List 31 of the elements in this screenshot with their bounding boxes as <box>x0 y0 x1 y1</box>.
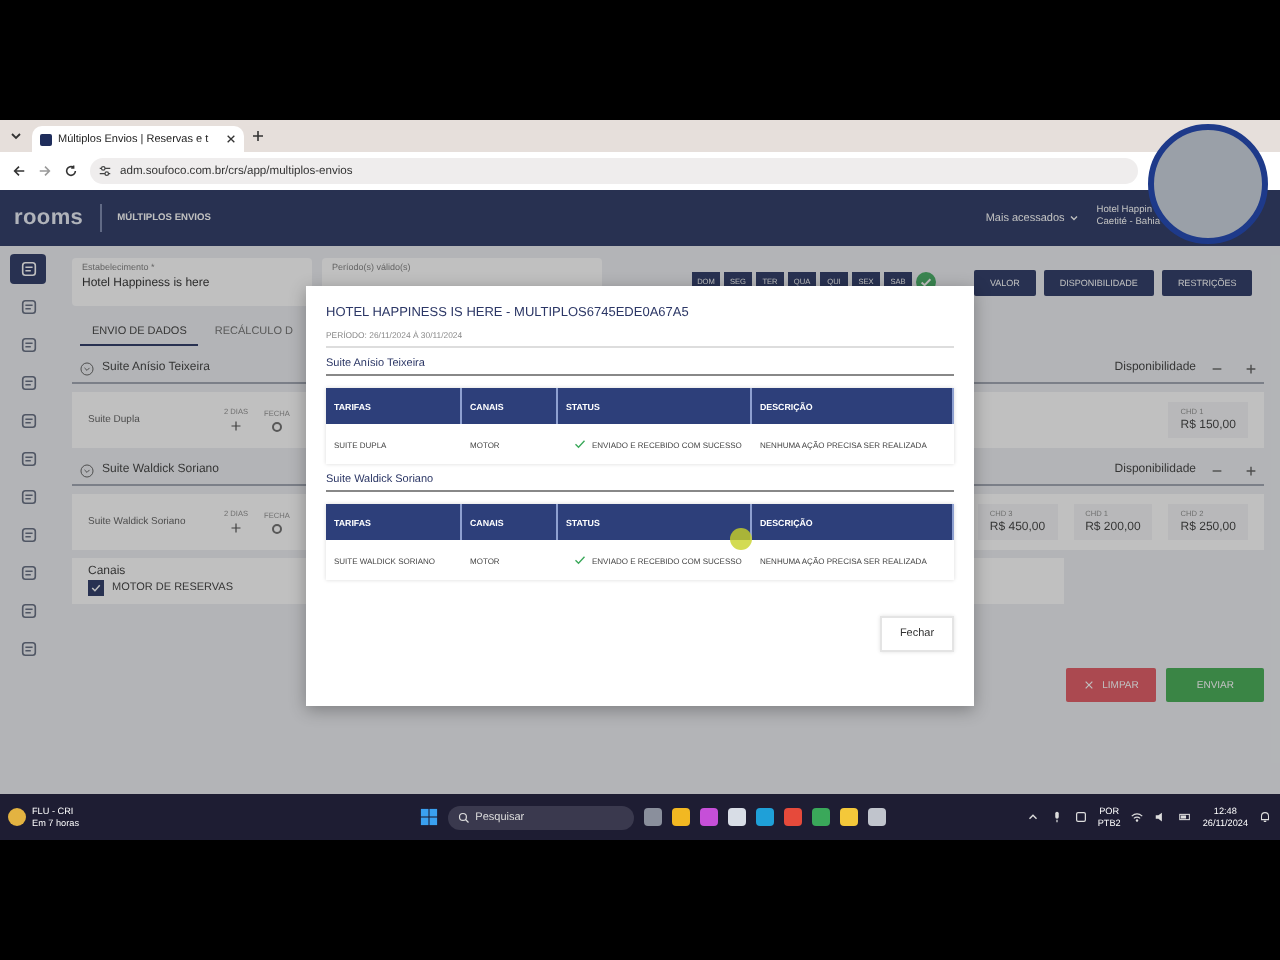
close-icon[interactable] <box>226 134 236 144</box>
plus-icon[interactable] <box>1244 463 1258 477</box>
forward-icon[interactable] <box>38 164 52 178</box>
battery-icon[interactable] <box>1178 810 1193 824</box>
new-tab-icon[interactable] <box>252 130 264 142</box>
plus-icon[interactable] <box>1244 361 1258 375</box>
bell-icon[interactable] <box>1258 810 1272 824</box>
checkbox[interactable] <box>88 580 104 596</box>
chevron-circle-icon[interactable] <box>80 361 94 375</box>
radio-button[interactable] <box>271 421 282 431</box>
window-icon[interactable] <box>643 808 662 826</box>
search-icon <box>457 811 470 823</box>
reload-icon[interactable] <box>64 164 78 178</box>
start-icon[interactable] <box>419 808 438 826</box>
chevron-circle-icon[interactable] <box>80 463 94 477</box>
tablet-icon[interactable] <box>1073 810 1088 824</box>
favicon-icon <box>40 133 52 145</box>
wifi-icon[interactable] <box>1130 810 1145 824</box>
caret-icon[interactable] <box>8 128 24 144</box>
logo[interactable]: rooms <box>14 206 84 230</box>
weather-icon[interactable] <box>8 808 26 826</box>
close-icon <box>1084 680 1095 690</box>
chevron-up-icon[interactable] <box>1025 810 1040 824</box>
site-settings-icon[interactable] <box>98 164 112 178</box>
plus-icon[interactable] <box>230 420 243 432</box>
microphone-icon[interactable] <box>1049 810 1064 824</box>
sidebar-item[interactable] <box>10 254 46 284</box>
plus-icon[interactable] <box>230 522 243 534</box>
radio-button[interactable] <box>271 523 282 533</box>
back-icon[interactable] <box>12 164 26 178</box>
caret-icon <box>1068 211 1081 224</box>
